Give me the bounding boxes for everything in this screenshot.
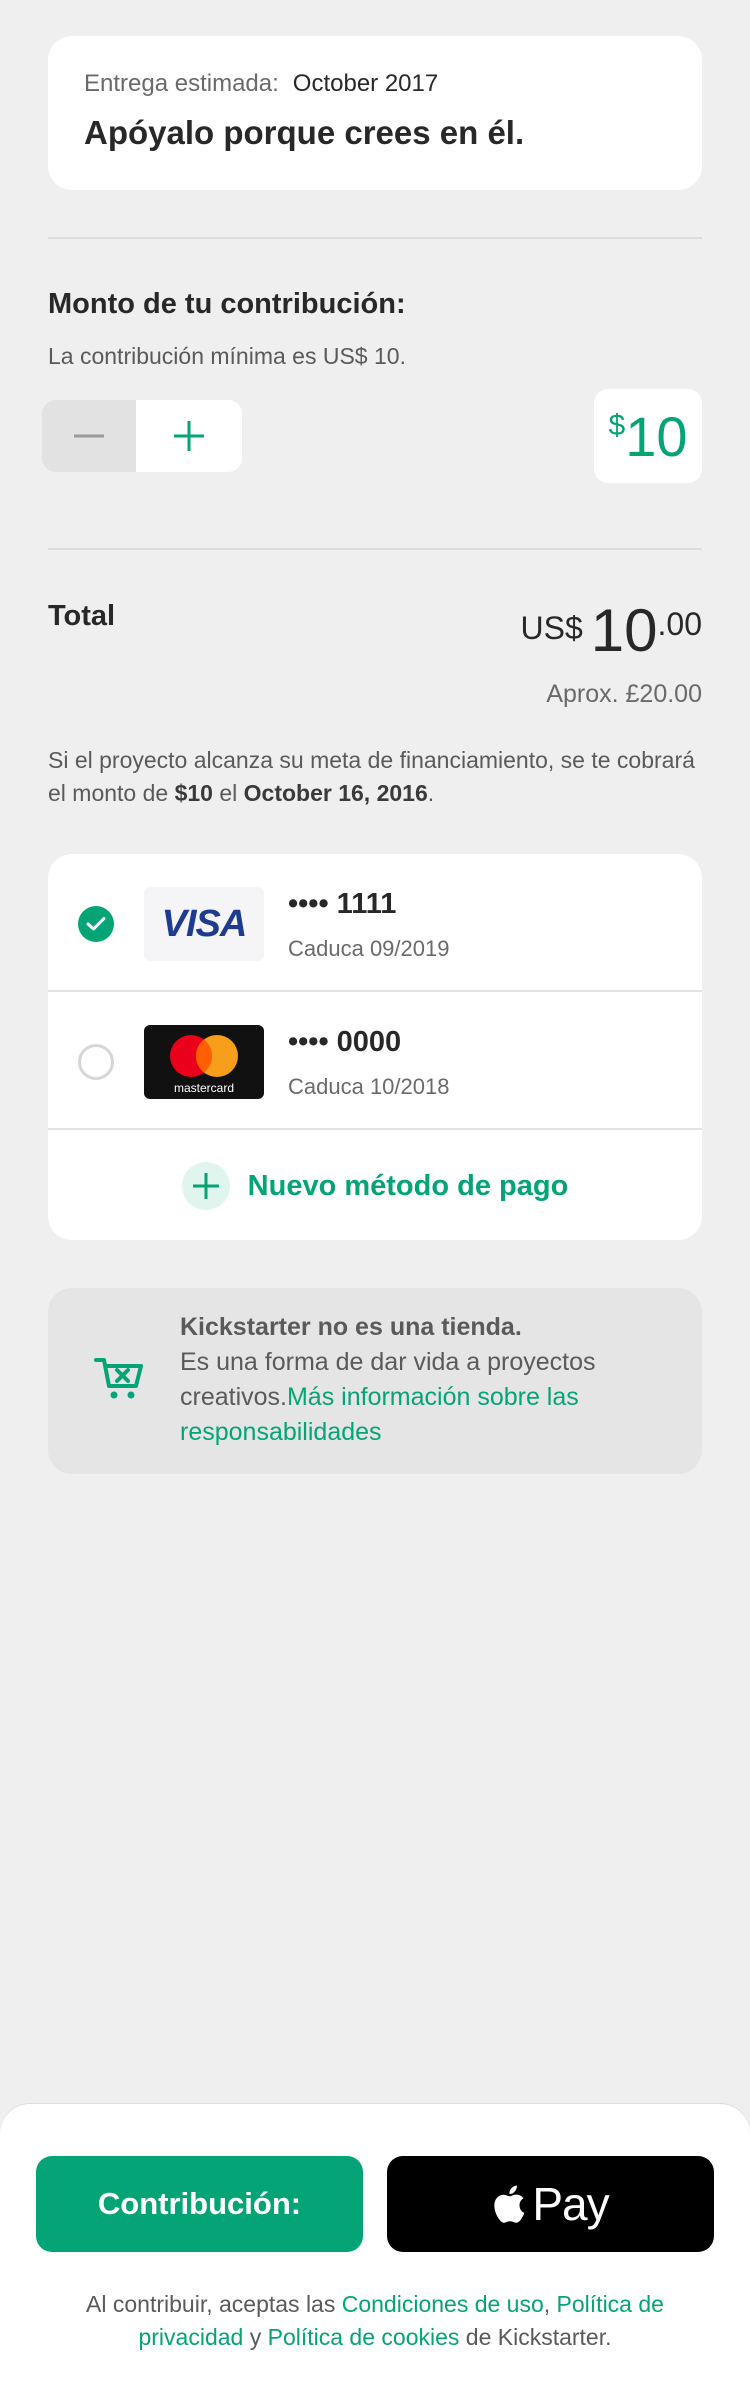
- cart-icon: [94, 1356, 144, 1407]
- cookie-policy-link[interactable]: Política de cookies: [268, 2324, 460, 2350]
- card-expiry: Caduca 10/2018: [288, 1074, 450, 1099]
- terms-text: y: [243, 2324, 268, 2350]
- pledge-button[interactable]: Contribución:: [36, 2156, 363, 2252]
- charge-note-text: .: [427, 780, 435, 806]
- pledge-amount-input[interactable]: $ 10: [594, 389, 702, 483]
- decrease-button[interactable]: [42, 400, 136, 472]
- divider: [48, 237, 702, 239]
- delivery-date: October 2017: [292, 70, 439, 97]
- new-payment-method-button[interactable]: Nuevo método de pago: [48, 1132, 702, 1240]
- notice-text: Kickstarter no es una tienda. Es una for…: [180, 1310, 680, 1450]
- terms-of-use-link[interactable]: Condiciones de uso: [342, 2291, 544, 2317]
- apple-pay-label: Pay: [532, 2178, 609, 2230]
- estimated-delivery: Entrega estimada: October 2017: [84, 70, 666, 98]
- selected-radio[interactable]: [78, 906, 114, 942]
- total-amount: US$ 10 .00: [521, 598, 702, 664]
- total-label: Total: [48, 600, 116, 632]
- new-payment-label: Nuevo método de pago: [247, 1169, 569, 1202]
- pledge-amount-title: Monto de tu contribución:: [48, 288, 406, 320]
- terms-text: Al contribuir, aceptas las: [86, 2291, 342, 2317]
- card-expiry: Caduca 09/2019: [288, 936, 450, 961]
- charge-date: October 16, 2016: [243, 780, 428, 806]
- charge-note-text: el: [212, 780, 244, 806]
- total-cents: .00: [657, 606, 702, 642]
- add-icon: [181, 1162, 230, 1210]
- increase-button[interactable]: [136, 400, 242, 472]
- charge-amount: $10: [174, 780, 213, 806]
- pledge-stepper: [42, 400, 242, 472]
- reward-title: Apóyalo porque crees en él.: [84, 114, 525, 151]
- card-number: •••• 1111: [288, 888, 397, 920]
- mastercard-logo: mastercard: [144, 1025, 264, 1099]
- terms-text: de Kickstarter.: [459, 2324, 612, 2350]
- pledge-footer: Contribución: Pay Al contribuir, aceptas…: [0, 2104, 750, 2400]
- notice-title: Kickstarter no es una tienda.: [180, 1313, 522, 1341]
- payment-method-mastercard[interactable]: mastercard •••• 0000 Caduca 10/2018: [48, 992, 702, 1130]
- approx-conversion: Aprox. £20.00: [546, 680, 702, 708]
- total-whole: 10: [590, 597, 658, 664]
- not-a-store-notice: Kickstarter no es una tienda. Es una for…: [48, 1288, 702, 1474]
- terms-notice: Al contribuir, aceptas las Condiciones d…: [60, 2288, 690, 2354]
- card-number: •••• 0000: [288, 1026, 402, 1058]
- apple-pay-button[interactable]: Pay: [387, 2156, 714, 2252]
- amount-currency: $: [608, 409, 626, 442]
- apple-logo-icon: [494, 2185, 525, 2223]
- divider: [48, 548, 702, 550]
- unselected-radio[interactable]: [78, 1044, 114, 1080]
- total-currency: US$: [520, 610, 583, 646]
- visa-logo: VISA: [144, 887, 264, 961]
- amount-value: 10: [625, 404, 688, 468]
- charge-note: Si el proyecto alcanza su meta de financ…: [48, 744, 708, 810]
- minus-icon: [74, 434, 104, 438]
- reward-header-card: Entrega estimada: October 2017 Apóyalo p…: [48, 36, 702, 190]
- terms-text: ,: [543, 2291, 557, 2317]
- minimum-pledge-note: La contribución mínima es US$ 10.: [48, 343, 406, 369]
- mastercard-wordmark: mastercard: [173, 1081, 235, 1095]
- payment-methods-card: VISA •••• 1111 Caduca 09/2019 mastercard…: [48, 854, 702, 1240]
- pledge-screen: Entrega estimada: October 2017 Apóyalo p…: [0, 0, 750, 2400]
- check-icon: [86, 917, 106, 931]
- delivery-label: Entrega estimada:: [84, 70, 279, 97]
- payment-method-visa[interactable]: VISA •••• 1111 Caduca 09/2019: [48, 854, 702, 992]
- plus-icon: [174, 421, 204, 451]
